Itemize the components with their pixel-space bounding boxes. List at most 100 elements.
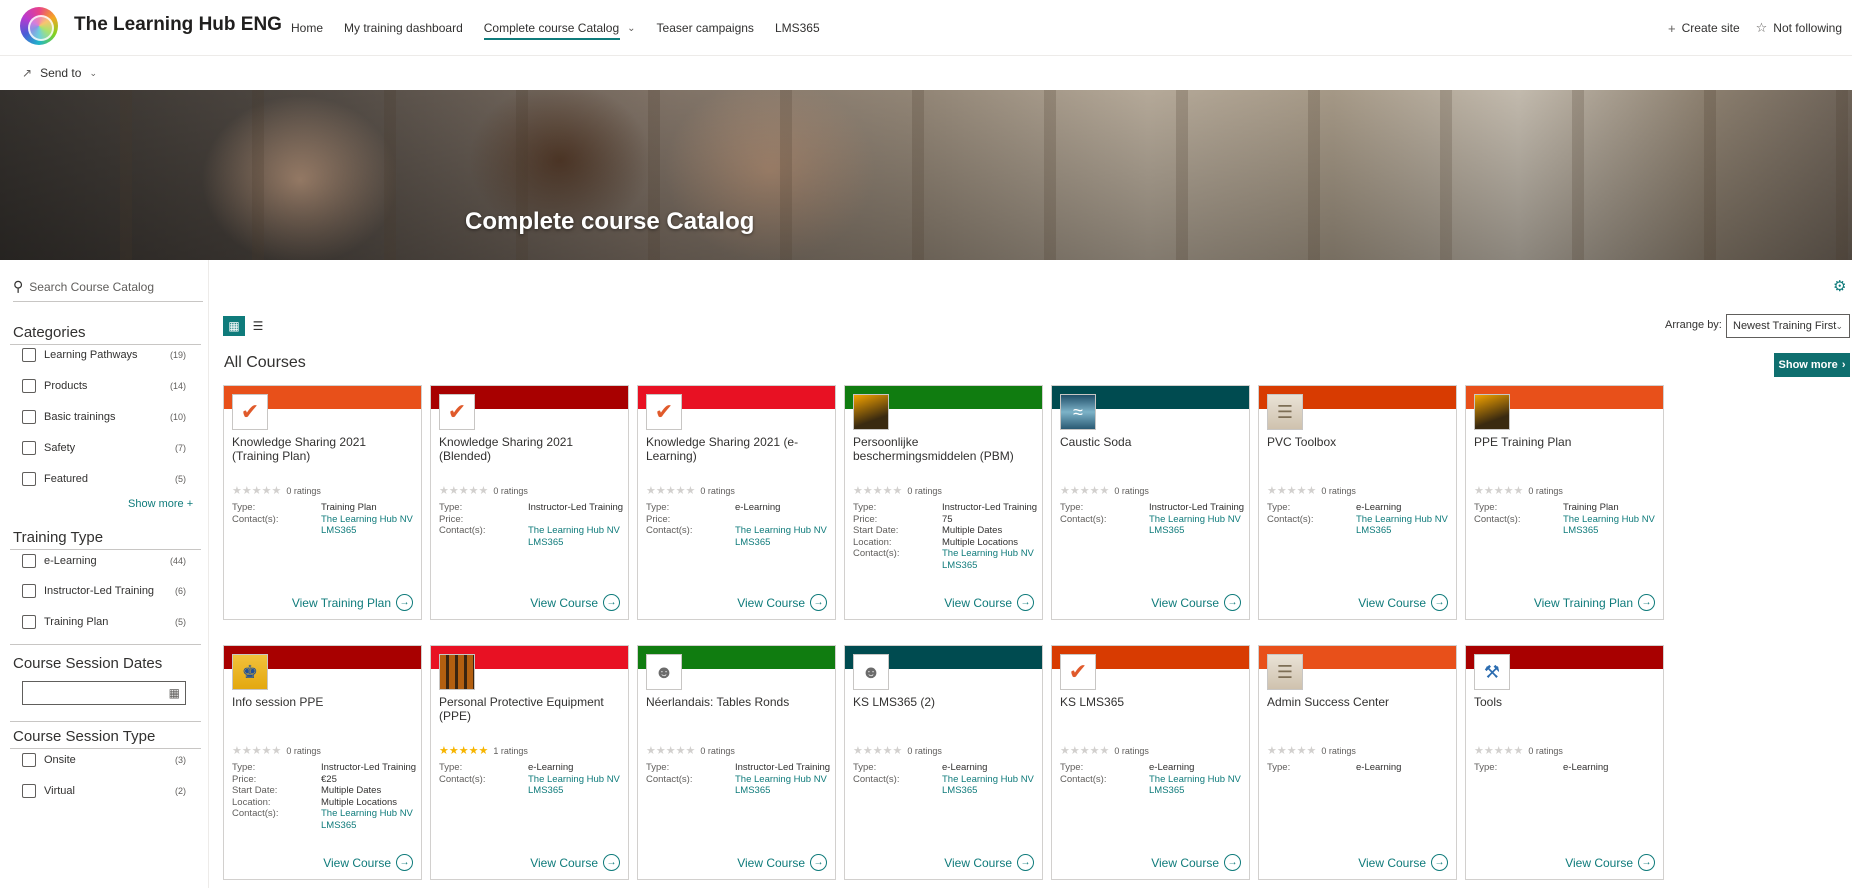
categories-show-more[interactable]: Show more +	[128, 498, 193, 510]
checkbox[interactable]	[22, 615, 36, 629]
course-card[interactable]: ☻ Néerlandais: Tables Ronds ★ ★ ★ ★ ★ 0 ratings…	[637, 645, 836, 880]
follow-button[interactable]: ☆ Not following	[1756, 20, 1842, 36]
course-card[interactable]: ✔ Knowledge Sharing 2021 (Blended) ★ ★ ★ ★ ★ 0 …	[430, 385, 629, 620]
checkbox[interactable]	[22, 784, 36, 798]
contact-link[interactable]: LMS365	[321, 820, 356, 832]
filter-instructor-led[interactable]: Instructor-Led Training (6)	[22, 582, 186, 600]
site-title[interactable]: The Learning Hub ENG	[74, 14, 282, 36]
course-card[interactable]: ☻ KS LMS365 (2) ★ ★ ★ ★ ★ 0 ratings Type: e-Learn…	[844, 645, 1043, 880]
contact-link[interactable]: The Learning Hub NV	[321, 514, 413, 526]
contact-link[interactable]: LMS365	[321, 525, 356, 537]
course-title[interactable]: PPE Training Plan	[1474, 435, 1658, 449]
view-course-link[interactable]: View Course →	[1358, 594, 1448, 611]
course-card[interactable]: Persoonlijke beschermingsmiddelen (PBM) ★…	[844, 385, 1043, 620]
filter-featured[interactable]: Featured (5)	[22, 470, 186, 488]
course-title[interactable]: Persoonlijke beschermingsmiddelen (PBM)	[853, 435, 1037, 463]
session-date-input[interactable]: ▦	[22, 681, 186, 705]
view-course-link[interactable]: View Course →	[737, 854, 827, 871]
contact-link[interactable]: LMS365	[528, 537, 563, 549]
contact-link[interactable]: LMS365	[942, 785, 977, 797]
contact-link[interactable]: The Learning Hub NV	[1356, 514, 1448, 526]
checkbox[interactable]	[22, 584, 36, 598]
contact-link[interactable]: LMS365	[942, 560, 977, 572]
create-site-button[interactable]: + Create site	[1668, 21, 1740, 36]
course-card[interactable]: PPE Training Plan ★ ★ ★ ★ ★ 0 ratings Type: Trai…	[1465, 385, 1664, 620]
course-title[interactable]: Personal Protective Equipment (PPE)	[439, 695, 623, 723]
view-course-link[interactable]: View Course →	[323, 854, 413, 871]
nav-teaser-campaigns[interactable]: Teaser campaigns	[657, 0, 754, 56]
course-card[interactable]: ☰ PVC Toolbox ★ ★ ★ ★ ★ 0 ratings Type: e-Learnin…	[1258, 385, 1457, 620]
checkbox[interactable]	[22, 753, 36, 767]
checkbox[interactable]	[22, 348, 36, 362]
send-to-button[interactable]: ↗ Send to ⌄	[22, 66, 97, 80]
course-title[interactable]: Knowledge Sharing 2021 (e-Learning)	[646, 435, 830, 463]
filter-safety[interactable]: Safety (7)	[22, 439, 186, 457]
contact-link[interactable]: The Learning Hub NV	[528, 774, 620, 786]
nav-home[interactable]: Home	[291, 0, 323, 56]
course-title[interactable]: PVC Toolbox	[1267, 435, 1451, 449]
filter-learning-pathways[interactable]: Learning Pathways (19)	[22, 346, 186, 364]
contact-link[interactable]: The Learning Hub NV	[1149, 774, 1241, 786]
gear-icon[interactable]: ⚙	[1833, 277, 1846, 295]
contact-link[interactable]: LMS365	[735, 537, 770, 549]
contact-link[interactable]: LMS365	[1356, 525, 1391, 537]
show-more-button[interactable]: Show more ›	[1774, 353, 1850, 377]
nav-course-catalog[interactable]: Complete course Catalog ⌄	[483, 0, 636, 56]
nav-training-dashboard[interactable]: My training dashboard	[344, 0, 463, 56]
view-course-link[interactable]: View Course →	[1151, 854, 1241, 871]
contact-link[interactable]: The Learning Hub NV	[1149, 514, 1241, 526]
course-title[interactable]: Néerlandais: Tables Ronds	[646, 695, 830, 709]
course-card[interactable]: ✔ Knowledge Sharing 2021 (Training Plan) ★…	[223, 385, 422, 620]
course-title[interactable]: Knowledge Sharing 2021 (Training Plan)	[232, 435, 416, 463]
view-course-link[interactable]: View Course →	[1151, 594, 1241, 611]
view-course-link[interactable]: View Course →	[944, 854, 1034, 871]
course-card[interactable]: ☰ Admin Success Center ★ ★ ★ ★ ★ 0 ratings Type:…	[1258, 645, 1457, 880]
view-course-link[interactable]: View Course →	[737, 594, 827, 611]
filter-onsite[interactable]: Onsite (3)	[22, 751, 186, 769]
course-title[interactable]: Info session PPE	[232, 695, 416, 709]
contact-link[interactable]: The Learning Hub NV	[735, 525, 827, 537]
checkbox[interactable]	[22, 441, 36, 455]
course-card[interactable]: ⚒ Tools ★ ★ ★ ★ ★ 0 ratings Type: e-Learning View …	[1465, 645, 1664, 880]
arrange-select[interactable]: Newest Training First ⌄	[1726, 314, 1850, 338]
calendar-icon[interactable]: ▦	[169, 686, 180, 700]
filter-products[interactable]: Products (14)	[22, 377, 186, 395]
course-title[interactable]: KS LMS365	[1060, 695, 1244, 709]
grid-view-button[interactable]: ▦	[223, 316, 245, 336]
course-card[interactable]: ♚ Info session PPE ★ ★ ★ ★ ★ 0 ratings Type: Inst…	[223, 645, 422, 880]
contact-link[interactable]: The Learning Hub NV	[528, 525, 620, 537]
course-title[interactable]: Caustic Soda	[1060, 435, 1244, 449]
view-course-link[interactable]: View Course →	[530, 854, 620, 871]
course-title[interactable]: Knowledge Sharing 2021 (Blended)	[439, 435, 623, 463]
filter-virtual[interactable]: Virtual (2)	[22, 782, 186, 800]
course-card[interactable]: Personal Protective Equipment (PPE) ★ ★ ★ ★ ★…	[430, 645, 629, 880]
contact-link[interactable]: The Learning Hub NV	[1563, 514, 1655, 526]
search-input[interactable]: ⚲ Search Course Catalog	[13, 272, 203, 302]
view-course-link[interactable]: View Course →	[944, 594, 1034, 611]
view-course-link[interactable]: View Training Plan →	[1534, 594, 1655, 611]
site-logo[interactable]	[20, 7, 58, 45]
contact-link[interactable]: The Learning Hub NV	[942, 548, 1034, 560]
contact-link[interactable]: The Learning Hub NV	[321, 808, 413, 820]
contact-link[interactable]: The Learning Hub NV	[735, 774, 827, 786]
course-card[interactable]: ≈ Caustic Soda ★ ★ ★ ★ ★ 0 ratings Type: Instruct…	[1051, 385, 1250, 620]
nav-lms365[interactable]: LMS365	[775, 0, 820, 56]
list-view-button[interactable]: ☰	[247, 316, 269, 336]
checkbox[interactable]	[22, 410, 36, 424]
contact-link[interactable]: LMS365	[528, 785, 563, 797]
course-title[interactable]: Tools	[1474, 695, 1658, 709]
course-title[interactable]: Admin Success Center	[1267, 695, 1451, 709]
contact-link[interactable]: LMS365	[735, 785, 770, 797]
view-course-link[interactable]: View Course →	[530, 594, 620, 611]
view-course-link[interactable]: View Course →	[1565, 854, 1655, 871]
contact-link[interactable]: The Learning Hub NV	[942, 774, 1034, 786]
contact-link[interactable]: LMS365	[1149, 525, 1184, 537]
view-course-link[interactable]: View Course →	[1358, 854, 1448, 871]
checkbox[interactable]	[22, 554, 36, 568]
view-course-link[interactable]: View Training Plan →	[292, 594, 413, 611]
filter-training-plan[interactable]: Training Plan (5)	[22, 613, 186, 631]
course-title[interactable]: KS LMS365 (2)	[853, 695, 1037, 709]
course-card[interactable]: ✔ Knowledge Sharing 2021 (e-Learning) ★ ★ ★ ★…	[637, 385, 836, 620]
checkbox[interactable]	[22, 472, 36, 486]
chevron-down-icon[interactable]: ⌄	[627, 23, 635, 34]
